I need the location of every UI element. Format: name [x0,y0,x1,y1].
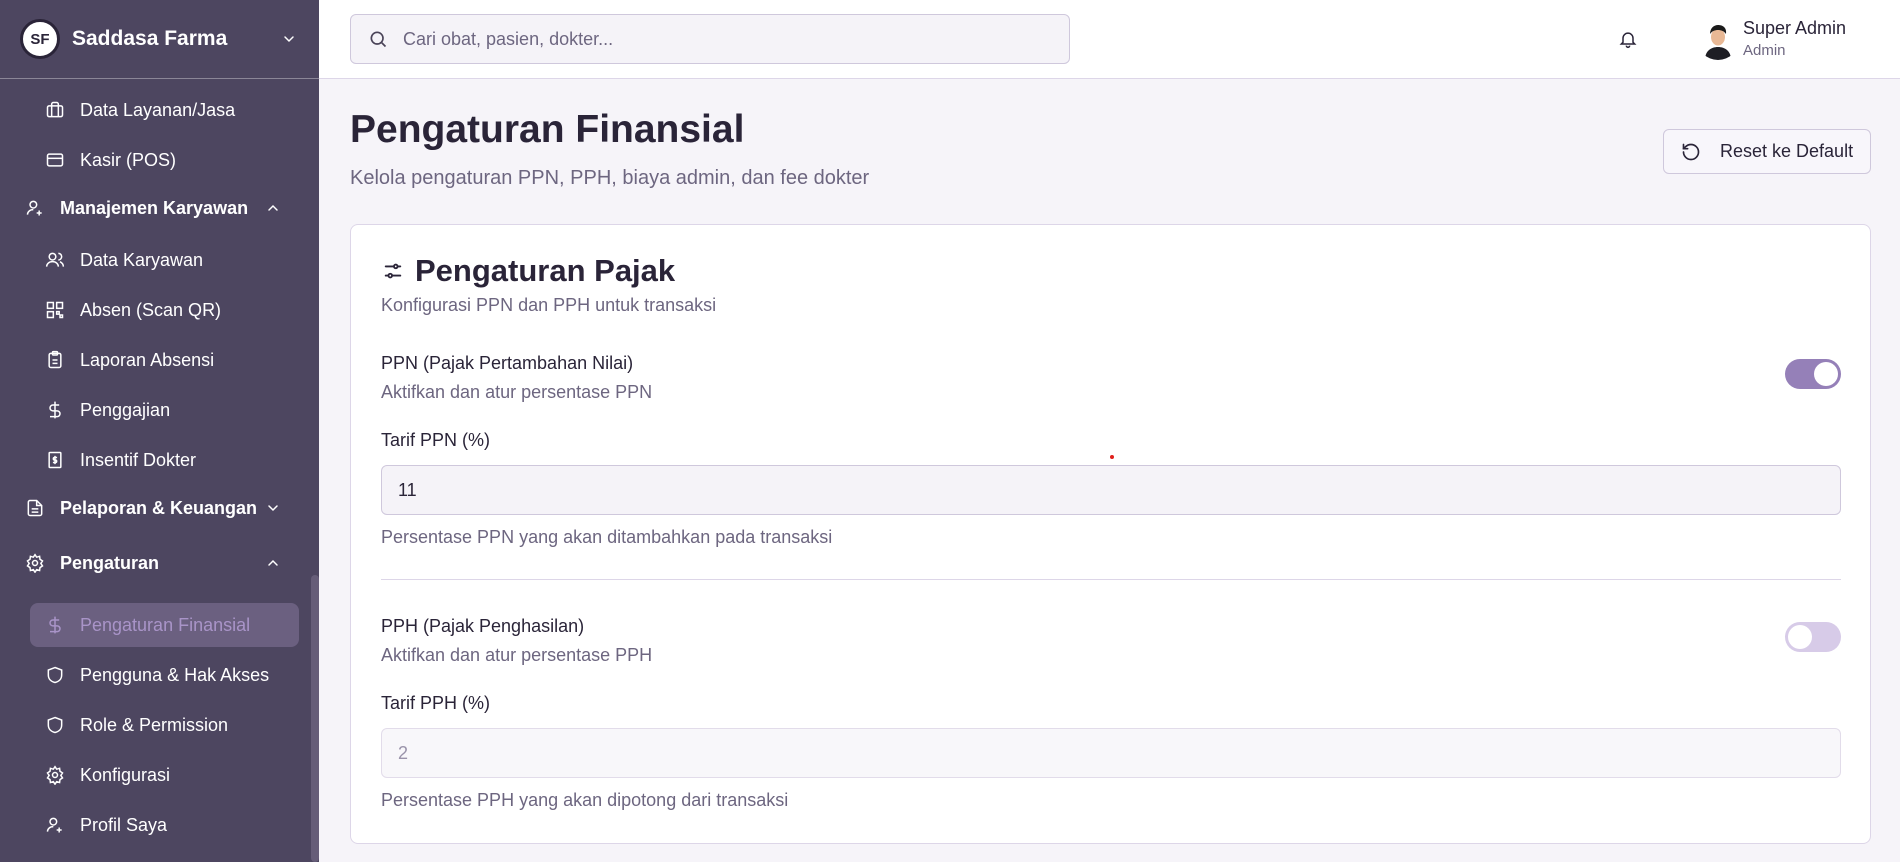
rotate-ccw-icon [1680,141,1702,163]
brand-name: Saddasa Farma [72,27,228,50]
avatar[interactable] [1697,18,1739,60]
shield-icon [44,664,66,686]
gear-icon [44,764,66,786]
chevron-up-icon [263,553,283,573]
card-header: Pengaturan Pajak [381,253,675,289]
sidebar-item-penggajian[interactable]: Penggajian [30,388,299,432]
file-text-icon [24,497,46,519]
user-cog-icon [24,197,46,219]
users-icon [44,249,66,271]
sidebar-item-data-layanan[interactable]: Data Layanan/Jasa [30,88,299,132]
sidebar-group-pengaturan[interactable]: Pengaturan [14,541,299,585]
chevron-down-icon [263,498,283,518]
tax-settings-card: Pengaturan Pajak Konfigurasi PPN dan PPH… [350,224,1871,844]
shield-icon [44,714,66,736]
reset-default-label: Reset ke Default [1720,141,1854,161]
briefcase-icon [44,99,66,121]
sidebar-item-kasir[interactable]: Kasir (POS) [30,138,299,182]
sidebar-scrollbar[interactable] [311,575,319,862]
qr-code-icon [44,299,66,321]
ppn-help-text: Persentase PPN yang akan ditambahkan pad… [381,527,833,547]
search-placeholder: Cari obat, pasien, dokter... [403,28,614,49]
user-role: Admin [1743,42,1786,59]
sidebar-item-insentif-dokter[interactable]: Insentif Dokter [30,438,299,482]
dollar-icon [44,399,66,421]
pph-rate-input[interactable]: 2 [381,728,1841,778]
sidebar-item-absen[interactable]: Absen (Scan QR) [30,288,299,332]
page-title: Pengaturan Finansial [350,108,745,151]
sidebar-group-manajemen-karyawan[interactable]: Manajemen Karyawan [14,186,299,230]
sidebar-item-data-karyawan[interactable]: Data Karyawan [30,238,299,282]
card-title: Pengaturan Pajak [415,253,676,288]
sidebar-item-role-permission[interactable]: Role & Permission [30,703,299,747]
sidebar-item-pengaturan-finansial[interactable]: Pengaturan Finansial [30,603,299,647]
pph-title: PPH (Pajak Penghasilan) [381,616,585,636]
sidebar-item-label: Kasir (POS) [80,149,177,170]
sidebar-item-label: Role & Permission [80,714,229,735]
search-input[interactable]: Cari obat, pasien, dokter... [350,14,1070,64]
sidebar-item-label: Insentif Dokter [80,449,197,470]
sidebar-item-label: Pengaturan Finansial [80,614,251,635]
pph-description: Aktifkan dan atur persentase PPH [381,645,653,665]
sidebar-group-label: Pelaporan & Keuangan [60,497,258,518]
sidebar-group-pelaporan[interactable]: Pelaporan & Keuangan [14,486,299,530]
pph-rate-label: Tarif PPH (%) [381,693,491,713]
ppn-rate-input[interactable]: 11 [381,465,1841,515]
card-subtitle: Konfigurasi PPN dan PPH untuk transaksi [381,295,717,315]
chevron-down-icon[interactable] [279,29,299,49]
sidebar-item-label: Data Karyawan [80,249,204,270]
ppn-toggle[interactable] [1785,359,1841,389]
gear-icon [24,552,46,574]
cursor-marker [1110,455,1114,459]
sidebar-item-label: Penggajian [80,399,171,420]
chevron-up-icon [263,198,283,218]
sidebar-group-label: Pengaturan [60,552,160,573]
sidebar-group-label: Manajemen Karyawan [60,197,249,218]
ppn-rate-value: 11 [398,479,417,500]
sidebar-item-label: Pengguna & Hak Akses [80,664,270,685]
pph-help-text: Persentase PPH yang akan dipotong dari t… [381,790,789,810]
sidebar-item-label: Absen (Scan QR) [80,299,222,320]
sidebar-item-pengguna-hak-akses[interactable]: Pengguna & Hak Akses [30,653,299,697]
sidebar-item-konfigurasi[interactable]: Konfigurasi [30,753,299,797]
ppn-title: PPN (Pajak Pertambahan Nilai) [381,353,634,373]
search-icon [367,28,389,50]
receipt-dollar-icon [44,449,66,471]
pph-toggle[interactable] [1785,622,1841,652]
toggle-knob [1814,362,1838,386]
section-divider [381,579,1841,580]
dollar-icon [44,614,66,636]
pph-rate-value: 2 [398,742,409,763]
ppn-rate-label: Tarif PPN (%) [381,430,491,450]
sliders-icon [381,259,405,283]
page-subtitle: Kelola pengaturan PPN, PPH, biaya admin,… [350,167,870,189]
brand-header[interactable]: SF Saddasa Farma [0,0,319,79]
sidebar-item-label: Profil Saya [80,814,168,835]
ppn-description: Aktifkan dan atur persentase PPN [381,382,653,402]
topbar: Cari obat, pasien, dokter... Super Admin… [319,0,1900,79]
brand-logo: SF [20,19,60,59]
user-name: Super Admin [1743,18,1847,38]
bell-icon[interactable] [1616,27,1640,51]
sidebar-item-profil-saya[interactable]: Profil Saya [30,803,299,847]
sidebar-item-label: Laporan Absensi [80,349,215,370]
sidebar-item-laporan-absensi[interactable]: Laporan Absensi [30,338,299,382]
credit-card-icon [44,149,66,171]
reset-default-button[interactable]: Reset ke Default [1663,129,1871,174]
sidebar-item-label: Data Layanan/Jasa [80,99,236,120]
user-cog-icon [44,814,66,836]
toggle-knob [1788,625,1812,649]
sidebar: SF Saddasa Farma Data Layanan/Jasa Kasir… [0,0,319,862]
sidebar-item-label: Konfigurasi [80,764,171,785]
clipboard-icon [44,349,66,371]
